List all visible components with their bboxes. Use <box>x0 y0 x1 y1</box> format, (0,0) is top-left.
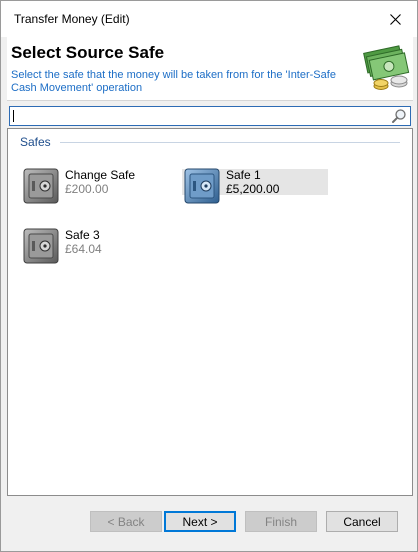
window-title: Transfer Money (Edit) <box>14 12 130 26</box>
next-button[interactable]: Next > <box>164 511 236 532</box>
safes-list-panel: Safes Change Safe £200.00 Safe 1 £5,200.… <box>7 128 413 496</box>
finish-button[interactable]: Finish <box>245 511 317 532</box>
group-header-safes: Safes <box>20 135 51 149</box>
safe-name: Change Safe <box>65 168 136 182</box>
search-input[interactable] <box>12 108 382 124</box>
safe-amount: £200.00 <box>65 182 109 196</box>
wizard-header: Select Source Safe Select the safe that … <box>7 37 413 101</box>
group-divider <box>60 142 400 143</box>
safe-icon <box>184 168 220 204</box>
safe-icon <box>23 168 59 204</box>
safe-amount: £5,200.00 <box>226 182 280 196</box>
magnifier-icon[interactable] <box>391 108 407 124</box>
safe-name: Safe 1 <box>226 168 261 182</box>
safe-item-change-safe[interactable]: Change Safe £200.00 <box>21 165 161 205</box>
safe-item-safe-1-content[interactable]: Safe 1 £5,200.00 <box>182 165 328 205</box>
transfer-money-dialog: Transfer Money (Edit) Select Source Safe… <box>0 0 418 552</box>
money-stack-icon <box>363 45 410 90</box>
safe-icon <box>23 228 59 264</box>
page-title: Select Source Safe <box>11 43 165 62</box>
safe-name: Safe 3 <box>65 228 100 242</box>
safe-item-safe-3[interactable]: Safe 3 £64.04 <box>21 225 161 265</box>
cancel-button[interactable]: Cancel <box>326 511 398 532</box>
back-button[interactable]: < Back <box>90 511 162 532</box>
safe-amount: £64.04 <box>65 242 102 256</box>
close-icon <box>389 13 401 25</box>
page-description: Select the safe that the money will be t… <box>11 69 336 94</box>
title-bar: Transfer Money (Edit) <box>1 1 417 37</box>
close-button[interactable] <box>373 1 417 37</box>
search-box[interactable] <box>9 106 411 126</box>
